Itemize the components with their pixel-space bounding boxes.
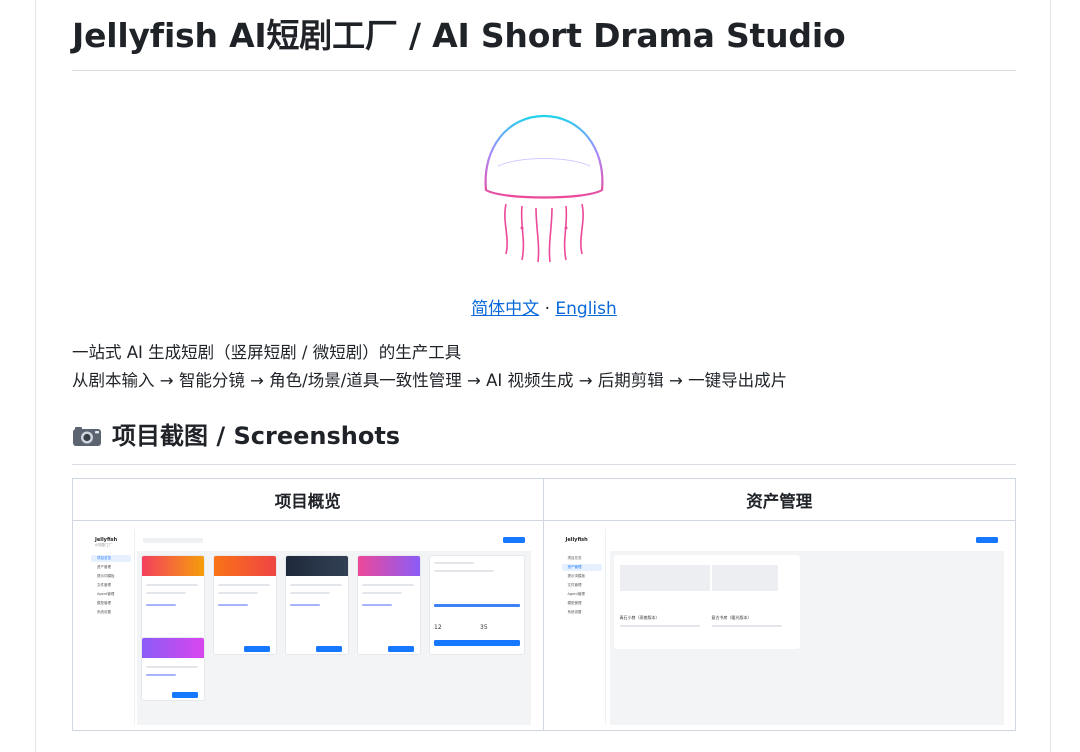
project-card[interactable] [357, 555, 421, 655]
overview-nav-item[interactable]: 系统设置 [91, 609, 131, 616]
readme-frame: Jellyfish AI短剧工厂 / AI Short Drama Studio… [35, 0, 1051, 752]
jellyfish-logo [484, 114, 604, 263]
overview-main: 12 35 [137, 529, 531, 725]
assets-topbar [609, 529, 1004, 551]
add-asset-button[interactable] [975, 537, 998, 543]
assets-brand: Jellyfish [565, 537, 588, 543]
project-card[interactable] [141, 637, 205, 701]
screenshots-heading-text: 项目截图 / Screenshots [112, 422, 401, 450]
assets-nav-item[interactable]: 提示词模板 [562, 573, 602, 580]
assets-sidebar: Jellyfish 项目总览 资产管理 提示词模板 文件管理 Agent管理 模… [558, 529, 606, 725]
screenshots-heading: 项目截图 / Screenshots [72, 418, 1016, 465]
lang-separator: · [544, 299, 550, 319]
assets-nav-item[interactable]: Agent管理 [562, 591, 602, 598]
overview-app-mock: Jellyfish AI短剧工厂 项目总览 资产管理 提示词模板 文件管理 Age… [87, 529, 531, 725]
description-line-2: 从剧本输入 → 智能分镜 → 角色/场景/道具一致性管理 → AI 视频生成 →… [72, 371, 788, 390]
assets-nav-item[interactable]: 资产管理 [561, 564, 602, 571]
assets-nav-item[interactable]: 文件管理 [562, 582, 602, 589]
overview-nav-item[interactable]: 文件管理 [91, 582, 131, 589]
assets-nav-item[interactable]: 系统设置 [562, 609, 602, 616]
assets-nav-item[interactable]: 模型管理 [562, 600, 602, 607]
project-card[interactable] [285, 555, 349, 655]
lang-link-en[interactable]: English [555, 299, 616, 319]
assets-nav-item[interactable]: 项目总览 [562, 555, 602, 562]
language-switcher: 简体中文 · English [72, 294, 1016, 319]
lang-link-zh[interactable]: 简体中文 [471, 299, 539, 319]
camera-icon [73, 427, 101, 446]
overview-nav-item[interactable]: 项目总览 [91, 555, 131, 562]
new-project-button[interactable] [503, 537, 525, 543]
assets-app-mock: Jellyfish 项目总览 资产管理 提示词模板 文件管理 Agent管理 模… [557, 529, 1004, 725]
asset-card[interactable]: 复古书房（暖光版本） [706, 555, 798, 649]
table-header-assets: 资产管理 [542, 478, 1016, 521]
overview-nav-item[interactable]: 提示词模板 [91, 573, 131, 580]
screenshot-overview[interactable]: Jellyfish AI短剧工厂 项目总览 资产管理 提示词模板 文件管理 Age… [72, 520, 544, 731]
page-title: Jellyfish AI短剧工厂 / AI Short Drama Studio [72, 16, 1016, 71]
overview-nav-item[interactable]: 模型管理 [91, 600, 131, 607]
description-line-1: 一站式 AI 生成短剧（竖屏短剧 / 微短剧）的生产工具 [72, 343, 462, 362]
overview-nav-item[interactable]: 资产管理 [91, 564, 131, 571]
assets-main: 青石小巷（雨夜版本） 复古书房（暖光版本） [609, 529, 1004, 725]
screenshots-table: 项目概览 资产管理 Jellyfish AI短剧工厂 项目总览 资产管理 提示词模… [72, 478, 1016, 731]
overview-sidebar: Jellyfish AI短剧工厂 项目总览 资产管理 提示词模板 文件管理 Age… [87, 529, 135, 725]
screenshot-assets[interactable]: Jellyfish 项目总览 资产管理 提示词模板 文件管理 Agent管理 模… [542, 520, 1016, 731]
overview-brand: Jellyfish AI短剧工厂 [95, 537, 118, 547]
overview-nav-item[interactable]: Agent管理 [91, 591, 131, 598]
project-description: 一站式 AI 生成短剧（竖屏短剧 / 微短剧）的生产工具 从剧本输入 → 智能分… [72, 339, 1016, 395]
table-header-overview: 项目概览 [72, 478, 544, 521]
stats-panel: 12 35 [429, 555, 525, 655]
project-card[interactable] [213, 555, 277, 655]
overview-topbar [137, 529, 531, 551]
